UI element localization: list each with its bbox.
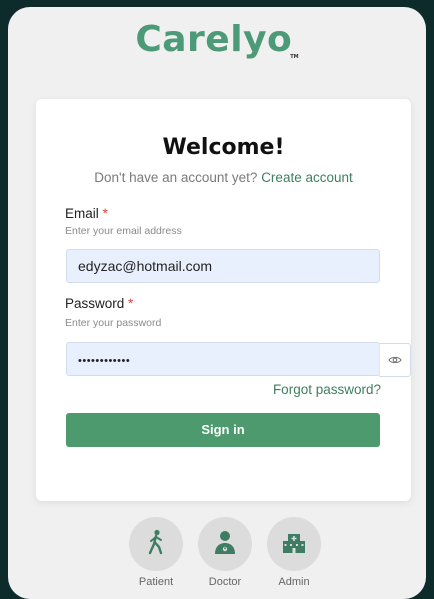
role-patient-circle[interactable] bbox=[129, 517, 183, 571]
doctor-icon bbox=[212, 529, 238, 560]
brand-logo: CarelyoTM bbox=[8, 19, 426, 60]
password-label: Password * bbox=[65, 296, 133, 311]
role-admin-circle[interactable] bbox=[267, 517, 321, 571]
email-label: Email * bbox=[65, 206, 108, 221]
email-required-mark: * bbox=[102, 206, 108, 221]
email-hint: Enter your email address bbox=[65, 225, 182, 237]
password-hint: Enter your password bbox=[65, 317, 162, 329]
email-value: edyzac@hotmail.com bbox=[78, 258, 213, 274]
login-card: Welcome! Don't have an account yet? Crea… bbox=[36, 99, 411, 501]
role-admin-label: Admin bbox=[278, 576, 310, 588]
create-account-link[interactable]: Create account bbox=[261, 170, 353, 185]
role-doctor-label: Doctor bbox=[208, 576, 242, 588]
sign-in-button[interactable]: Sign in bbox=[66, 413, 380, 447]
role-admin[interactable]: Admin bbox=[264, 517, 324, 588]
password-field[interactable]: •••••••••••• bbox=[66, 342, 411, 377]
role-patient[interactable]: Patient bbox=[126, 517, 186, 588]
password-required-mark: * bbox=[128, 296, 134, 311]
eye-icon bbox=[388, 344, 402, 376]
brand-name: Carelyo bbox=[135, 19, 293, 60]
password-label-text: Password bbox=[65, 296, 125, 311]
email-field[interactable]: edyzac@hotmail.com bbox=[66, 249, 380, 283]
app-panel: CarelyoTM Welcome! Don't have an account… bbox=[8, 7, 426, 599]
role-doctor-circle[interactable] bbox=[198, 517, 252, 571]
signup-prompt: Don't have an account yet? Create accoun… bbox=[36, 170, 411, 185]
trademark-mark: TM bbox=[290, 54, 299, 60]
role-selector: Patient Doctor Admin bbox=[8, 517, 426, 597]
role-doctor[interactable]: Doctor bbox=[195, 517, 255, 588]
no-account-text: Don't have an account yet? bbox=[94, 170, 258, 185]
forgot-password-link[interactable]: Forgot password? bbox=[273, 382, 381, 397]
hospital-building-icon bbox=[281, 529, 307, 560]
email-label-text: Email bbox=[65, 206, 99, 221]
page-title: Welcome! bbox=[162, 135, 285, 160]
role-patient-label: Patient bbox=[138, 576, 174, 588]
password-value: •••••••••••• bbox=[78, 355, 131, 367]
toggle-password-visibility-button[interactable] bbox=[379, 343, 411, 377]
walking-person-icon bbox=[145, 529, 167, 560]
